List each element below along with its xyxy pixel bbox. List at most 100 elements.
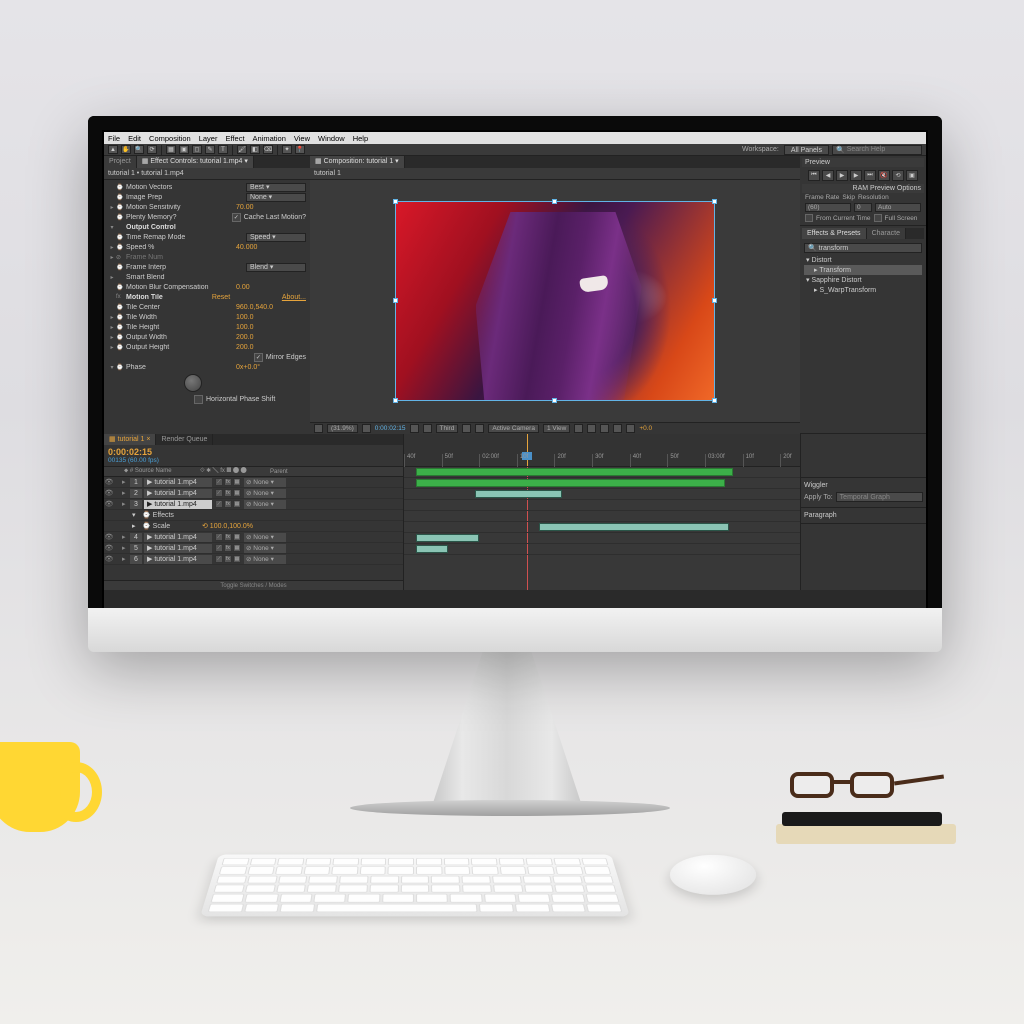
puppet-tool-icon[interactable]: 📍 [295,145,305,154]
channel-icon[interactable] [423,424,432,433]
layer-duration-bar[interactable] [416,534,479,542]
transparency-icon[interactable] [475,424,484,433]
resolution-dropdown[interactable]: Third [436,424,459,433]
parent-dropdown[interactable]: ⊘ None ▾ [244,533,286,542]
pen-tool-icon[interactable]: ✎ [205,145,215,154]
tab-timeline-comp[interactable]: ▦ tutorial 1 × [104,434,156,445]
framerate-dropdown[interactable]: (60) [805,203,851,212]
transform-handle[interactable] [712,398,717,403]
effect-item-transform[interactable]: ▸ Transform [804,265,922,275]
tab-composition[interactable]: ▦ Composition: tutorial 1 ▾ [310,156,405,168]
effect-property-row[interactable]: fxMotion TileResetAbout... [104,292,310,302]
timeline-layer-row[interactable]: 👁▸2▶ tutorial 1.mp4⟋fx▦⊘ None ▾ [104,488,403,499]
track-row[interactable] [404,489,800,500]
preview-resolution-dropdown[interactable]: Auto [875,203,921,212]
visibility-toggle[interactable]: 👁 [104,533,114,541]
toggle-switches-modes[interactable]: Toggle Switches / Modes [104,580,403,590]
visibility-toggle[interactable]: 👁 [104,555,114,563]
fast-preview-icon[interactable] [587,424,596,433]
effect-property-row[interactable]: ⌚Frame InterpBlend ▾ [104,262,310,272]
parent-dropdown[interactable]: ⊘ None ▾ [244,500,286,509]
effect-property-row[interactable]: Horizontal Phase Shift [104,394,310,404]
effect-property-row[interactable]: ▸⌚Motion Sensitivity70.00 [104,202,310,212]
layer-property-row[interactable]: ▾⌚ Effects [104,510,403,521]
property-checkbox[interactable]: ✓ [232,213,241,222]
layer-duration-bar[interactable] [416,468,733,476]
ram-preview-options-label[interactable]: RAM Preview Options [802,184,924,193]
brush-tool-icon[interactable]: 🖌 [237,145,247,154]
loop-button[interactable]: ⟲ [892,170,904,181]
effect-property-row[interactable]: ⌚Motion VectorsBest ▾ [104,182,310,192]
property-checkbox[interactable] [194,395,203,404]
visibility-toggle[interactable]: 👁 [104,544,114,552]
tab-effect-controls[interactable]: ▦ Effect Controls: tutorial 1.mp4 ▾ [137,156,254,168]
effect-property-row[interactable]: ▸Smart Blend [104,272,310,282]
pan-behind-tool-icon[interactable]: ▣ [179,145,189,154]
layer-bounding-box[interactable] [395,201,715,401]
roi-icon[interactable] [462,424,471,433]
tab-effects-presets[interactable]: Effects & Presets [802,228,867,239]
transform-handle[interactable] [552,398,557,403]
effect-property-row[interactable]: ⌚Motion Blur Compensation0.00 [104,282,310,292]
timeline-timecode[interactable]: 0:00:02:15 [108,447,399,457]
property-checkbox[interactable]: ✓ [254,353,263,362]
menu-composition[interactable]: Composition [149,134,191,143]
menu-edit[interactable]: Edit [128,134,141,143]
property-dropdown[interactable]: Speed ▾ [246,233,306,242]
apply-to-dropdown[interactable]: Temporal Graph [836,492,923,502]
first-frame-button[interactable]: ⏮ [808,170,820,181]
layer-duration-bar[interactable] [475,490,562,498]
menu-file[interactable]: File [108,134,120,143]
timeline-icon[interactable] [600,424,609,433]
track-row[interactable] [404,533,800,544]
prev-frame-button[interactable]: ◀ [822,170,834,181]
effect-property-row[interactable]: ⌚Tile Center960.0,540.0 [104,302,310,312]
parent-dropdown[interactable]: ⊘ None ▾ [244,555,286,564]
effect-property-row[interactable]: ⌚Time Remap ModeSpeed ▾ [104,232,310,242]
layer-duration-bar[interactable] [539,523,729,531]
effect-property-row[interactable]: ⌚Plenty Memory?✓Cache Last Motion? [104,212,310,222]
visibility-toggle[interactable]: 👁 [104,500,114,508]
current-time-display[interactable]: 0:00:02:15 [375,425,406,432]
composition-viewer[interactable] [310,180,800,422]
rotate-tool-icon[interactable]: ⟳ [147,145,157,154]
menu-animation[interactable]: Animation [253,134,286,143]
effect-property-row[interactable]: ▸⌚Tile Height100.0 [104,322,310,332]
track-row[interactable] [404,478,800,489]
reset-exposure-icon[interactable] [626,424,635,433]
hand-tool-icon[interactable]: ✋ [121,145,131,154]
menu-effect[interactable]: Effect [225,134,244,143]
menu-window[interactable]: Window [318,134,345,143]
mute-button[interactable]: 🔇 [878,170,890,181]
parent-dropdown[interactable]: ⊘ None ▾ [244,544,286,553]
full-screen-checkbox[interactable] [874,214,882,222]
property-dropdown[interactable]: Blend ▾ [246,263,306,272]
selection-tool-icon[interactable]: ▲ [108,145,118,154]
transform-handle[interactable] [552,199,557,204]
effect-item-swarptransform[interactable]: ▸ S_WarpTransform [804,285,922,295]
effect-property-row[interactable]: ⌚Image PrepNone ▾ [104,192,310,202]
eraser-tool-icon[interactable]: ⌫ [263,145,273,154]
snapshot-icon[interactable] [410,424,419,433]
clone-tool-icon[interactable]: ◧ [250,145,260,154]
transform-handle[interactable] [393,298,398,303]
search-help-input[interactable]: 🔍Search Help [832,145,922,155]
comp-flowchart-icon[interactable] [613,424,622,433]
timeline-layer-row[interactable]: 👁▸3▶ tutorial 1.mp4⟋fx▦⊘ None ▾ [104,499,403,510]
camera-tool-icon[interactable]: ▦ [166,145,176,154]
effect-property-row[interactable]: ▸⌚Speed %40.000 [104,242,310,252]
property-dropdown[interactable]: Best ▾ [246,183,306,192]
effect-property-row[interactable]: ▸⌚Output Width200.0 [104,332,310,342]
effects-search-input[interactable]: 🔍 transform [804,243,922,253]
track-row[interactable] [404,511,800,522]
layer-property-row[interactable]: ▸⌚ Scale⟲ 100.0,100.0% [104,521,403,532]
transform-handle[interactable] [712,199,717,204]
timeline-layer-row[interactable]: 👁▸6▶ tutorial 1.mp4⟋fx▦⊘ None ▾ [104,554,403,565]
zoom-tool-icon[interactable]: 🔍 [134,145,144,154]
menu-layer[interactable]: Layer [199,134,218,143]
track-row[interactable] [404,500,800,511]
skip-dropdown[interactable]: 0 [854,203,872,212]
exposure-value[interactable]: +0.0 [639,425,652,432]
type-tool-icon[interactable]: T [218,145,228,154]
visibility-toggle[interactable]: 👁 [104,489,114,497]
